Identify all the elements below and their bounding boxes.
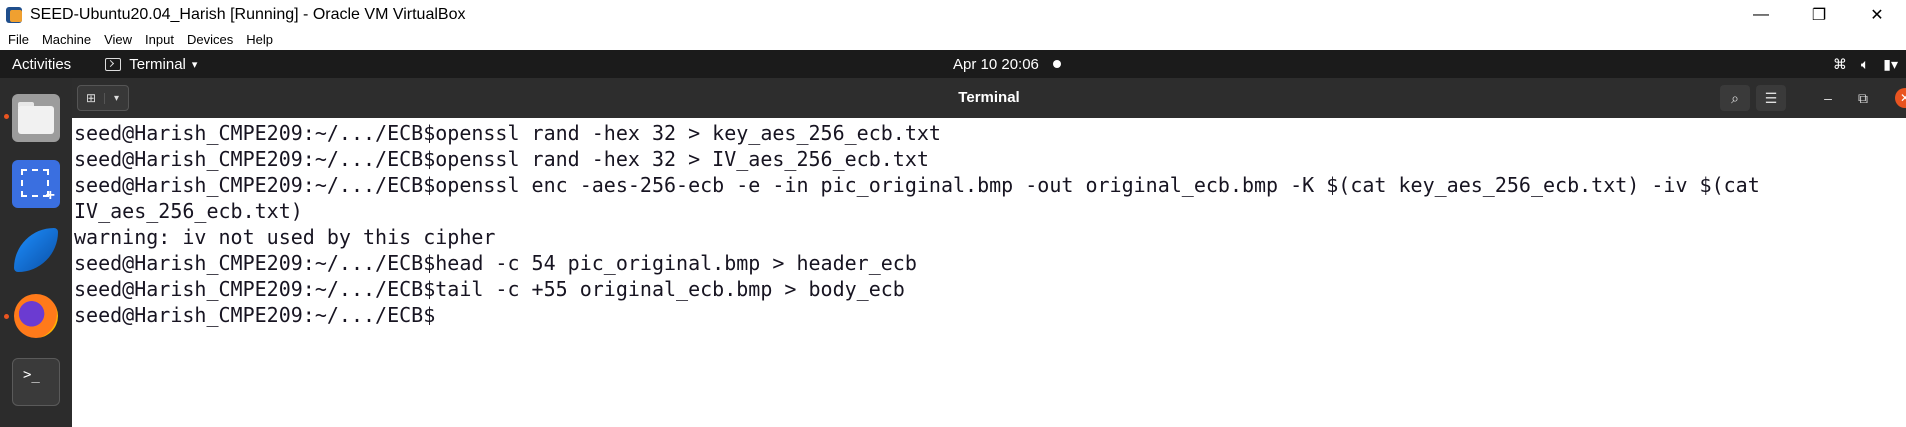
- power-icon: ▮▾: [1883, 55, 1898, 72]
- network-icon: ⌘: [1832, 55, 1847, 72]
- screenshot-icon[interactable]: +: [12, 160, 60, 208]
- running-indicator: [4, 314, 9, 319]
- notification-dot-icon: [1053, 60, 1061, 68]
- menu-machine[interactable]: Machine: [42, 32, 91, 47]
- menu-input[interactable]: Input: [145, 32, 174, 47]
- activities-button[interactable]: Activities: [12, 56, 71, 73]
- terminal-line: warning: iv not used by this cipher: [74, 225, 496, 249]
- terminal-line: seed@Harish_CMPE209:~/.../ECB$tail -c +5…: [74, 277, 905, 301]
- terminal-line: IV_aes_256_ecb.txt): [74, 199, 303, 223]
- menu-devices[interactable]: Devices: [187, 32, 233, 47]
- minimize-icon: –: [1824, 90, 1832, 106]
- dock: + >_: [0, 78, 72, 427]
- terminal-line: seed@Harish_CMPE209:~/.../ECB$openssl en…: [74, 173, 1760, 197]
- hamburger-icon: ☰: [1764, 89, 1778, 106]
- clock[interactable]: Apr 10 20:06: [953, 56, 1039, 73]
- chevron-down-icon: ▾: [191, 58, 198, 71]
- maximize-terminal-button[interactable]: ⧉: [1852, 87, 1874, 109]
- running-indicator: [4, 114, 9, 119]
- terminal-title: Terminal: [958, 89, 1020, 106]
- hamburger-menu-button[interactable]: ☰: [1756, 85, 1786, 111]
- terminal-prompt-glyph: >_: [23, 367, 40, 383]
- close-window-button[interactable]: ✕: [1848, 0, 1906, 29]
- app-menu-button[interactable]: Terminal ▾: [105, 56, 197, 73]
- gnome-top-bar: Activities Terminal ▾ Apr 10 20:06 ⌘ 🔈︎ …: [0, 50, 1906, 78]
- menu-help[interactable]: Help: [246, 32, 273, 47]
- files-icon[interactable]: [12, 94, 60, 142]
- host-title-bar: SEED-Ubuntu20.04_Harish [Running] - Orac…: [0, 0, 1906, 29]
- terminal-line: seed@Harish_CMPE209:~/.../ECB$head -c 54…: [74, 251, 917, 275]
- system-tray[interactable]: ⌘ 🔈︎ ▮▾: [1819, 50, 1898, 78]
- host-window-title: SEED-Ubuntu20.04_Harish [Running] - Orac…: [30, 5, 466, 23]
- menu-file[interactable]: File: [8, 32, 29, 47]
- restore-icon: ⧉: [1858, 89, 1868, 106]
- terminal-window: ⊞ ▾ Terminal ⌕ ☰ – ⧉ ✕ seed@Harish_CMPE2…: [72, 78, 1906, 427]
- minimize-terminal-button[interactable]: –: [1817, 87, 1839, 109]
- terminal-icon[interactable]: >_: [12, 358, 60, 406]
- terminal-line: seed@Harish_CMPE209:~/.../ECB$openssl ra…: [74, 147, 929, 171]
- terminal-header-bar: ⊞ ▾ Terminal ⌕ ☰ – ⧉ ✕: [72, 78, 1906, 118]
- terminal-prompt-line: seed@Harish_CMPE209:~/.../ECB$: [74, 303, 436, 327]
- volume-icon: 🔈︎: [1860, 55, 1870, 72]
- firefox-icon[interactable]: [12, 292, 60, 340]
- menu-view[interactable]: View: [104, 32, 132, 47]
- terminal-small-icon: [105, 57, 122, 71]
- window-controls: — ❐ ✕: [1732, 0, 1906, 29]
- restore-button[interactable]: ❐: [1790, 0, 1848, 29]
- virtualbox-app-icon: [4, 4, 26, 26]
- close-icon: ✕: [1899, 91, 1906, 105]
- terminal-output[interactable]: seed@Harish_CMPE209:~/.../ECB$openssl ra…: [72, 118, 1906, 427]
- search-button[interactable]: ⌕: [1720, 85, 1750, 111]
- host-menu-bar: File Machine View Input Devices Help: [0, 29, 1906, 50]
- minimize-button[interactable]: —: [1732, 0, 1790, 29]
- search-icon: ⌕: [1731, 89, 1739, 106]
- wireshark-icon[interactable]: [12, 226, 60, 274]
- app-menu-label: Terminal: [129, 55, 186, 73]
- terminal-line: seed@Harish_CMPE209:~/.../ECB$openssl ra…: [74, 121, 941, 145]
